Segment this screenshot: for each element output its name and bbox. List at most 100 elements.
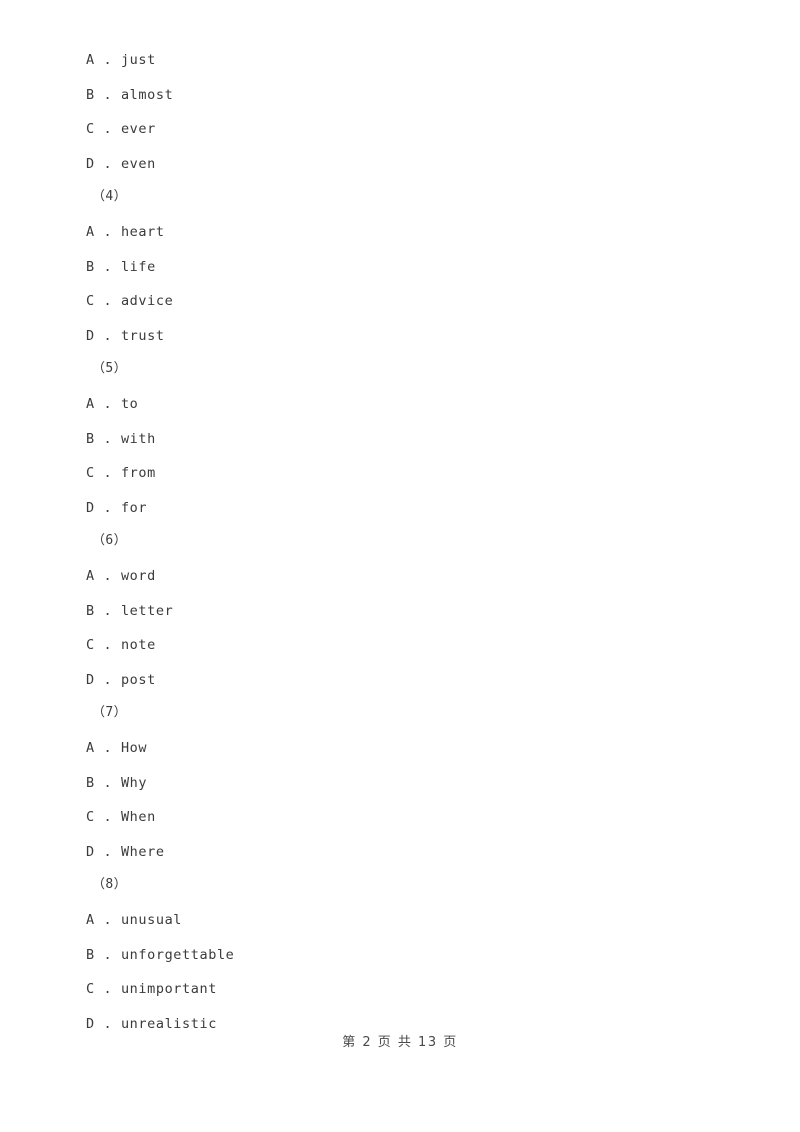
- option-text: word: [120, 568, 156, 584]
- option-separator: .: [103, 981, 113, 997]
- option-letter: D: [86, 156, 95, 172]
- option-text: for: [120, 500, 148, 516]
- option-separator: .: [103, 1016, 113, 1032]
- option-separator: .: [103, 844, 113, 860]
- option-letter: C: [86, 293, 95, 309]
- option-letter: B: [86, 947, 95, 963]
- option-letter: C: [86, 809, 95, 825]
- option-separator: .: [103, 603, 113, 619]
- option-text: Why: [120, 775, 148, 791]
- option-text: advice: [120, 293, 174, 309]
- answer-option[interactable]: B . almost: [86, 87, 173, 103]
- answer-option[interactable]: A . unusual: [86, 912, 182, 928]
- option-letter: D: [86, 500, 95, 516]
- answer-option[interactable]: C . When: [86, 809, 156, 825]
- option-separator: .: [103, 87, 113, 103]
- answer-option[interactable]: A . word: [86, 568, 156, 584]
- question-number: （7）: [92, 705, 128, 720]
- option-letter: A: [86, 912, 95, 928]
- option-separator: .: [103, 740, 113, 756]
- option-separator: .: [103, 568, 113, 584]
- option-separator: .: [103, 672, 113, 688]
- option-text: with: [120, 431, 156, 447]
- option-letter: D: [86, 672, 95, 688]
- answer-option[interactable]: D . even: [86, 156, 156, 172]
- option-letter: B: [86, 259, 95, 275]
- option-separator: .: [103, 121, 113, 137]
- option-letter: A: [86, 740, 95, 756]
- option-letter: B: [86, 775, 95, 791]
- option-letter: C: [86, 465, 95, 481]
- answer-option[interactable]: A . How: [86, 740, 147, 756]
- answer-option[interactable]: D . trust: [86, 328, 165, 344]
- option-text: How: [120, 740, 148, 756]
- option-separator: .: [103, 328, 113, 344]
- option-text: unimportant: [120, 981, 217, 997]
- option-letter: B: [86, 603, 95, 619]
- option-text: ever: [120, 121, 156, 137]
- option-text: unforgettable: [120, 947, 235, 963]
- option-letter: C: [86, 121, 95, 137]
- document-page: A . just B . almost C . ever D . even （4） A .…: [0, 0, 800, 1132]
- option-letter: A: [86, 52, 95, 68]
- option-letter: A: [86, 568, 95, 584]
- answer-option[interactable]: C . advice: [86, 293, 173, 309]
- answer-option[interactable]: C . from: [86, 465, 156, 481]
- option-letter: D: [86, 328, 95, 344]
- option-separator: .: [103, 500, 113, 516]
- answer-option[interactable]: B . life: [86, 259, 156, 275]
- option-letter: A: [86, 396, 95, 412]
- answer-option[interactable]: B . letter: [86, 603, 173, 619]
- option-separator: .: [103, 637, 113, 653]
- option-text: unrealistic: [120, 1016, 217, 1032]
- option-text: Where: [120, 844, 165, 860]
- option-text: heart: [120, 224, 165, 240]
- option-text: letter: [120, 603, 174, 619]
- option-text: trust: [120, 328, 165, 344]
- answer-option[interactable]: B . Why: [86, 775, 147, 791]
- question-number: （6）: [92, 533, 128, 548]
- option-letter: B: [86, 87, 95, 103]
- option-letter: D: [86, 1016, 95, 1032]
- option-text: even: [120, 156, 156, 172]
- answer-option[interactable]: C . ever: [86, 121, 156, 137]
- option-separator: .: [103, 156, 113, 172]
- option-separator: .: [103, 431, 113, 447]
- option-text: almost: [120, 87, 174, 103]
- answer-option[interactable]: A . to: [86, 396, 138, 412]
- option-letter: C: [86, 981, 95, 997]
- option-letter: C: [86, 637, 95, 653]
- option-text: life: [120, 259, 156, 275]
- answer-option[interactable]: C . unimportant: [86, 981, 217, 997]
- option-text: to: [120, 396, 139, 412]
- option-separator: .: [103, 465, 113, 481]
- option-separator: .: [103, 809, 113, 825]
- question-number: （5）: [92, 361, 128, 376]
- answer-option[interactable]: C . note: [86, 637, 156, 653]
- answer-option[interactable]: D . unrealistic: [86, 1016, 217, 1032]
- answer-option[interactable]: D . Where: [86, 844, 165, 860]
- answer-option[interactable]: B . with: [86, 431, 156, 447]
- option-separator: .: [103, 396, 113, 412]
- answer-option[interactable]: A . just: [86, 52, 156, 68]
- option-separator: .: [103, 912, 113, 928]
- option-separator: .: [103, 293, 113, 309]
- answer-option[interactable]: B . unforgettable: [86, 947, 234, 963]
- question-number: （4）: [92, 189, 128, 204]
- option-text: just: [120, 52, 156, 68]
- option-text: from: [120, 465, 156, 481]
- option-letter: D: [86, 844, 95, 860]
- option-text: unusual: [120, 912, 183, 928]
- question-number: （8）: [92, 877, 128, 892]
- answer-option[interactable]: A . heart: [86, 224, 165, 240]
- option-separator: .: [103, 259, 113, 275]
- option-separator: .: [103, 775, 113, 791]
- page-footer: 第 2 页 共 13 页: [342, 1035, 458, 1050]
- answer-option[interactable]: D . for: [86, 500, 147, 516]
- option-separator: .: [103, 947, 113, 963]
- answer-option[interactable]: D . post: [86, 672, 156, 688]
- option-text: post: [120, 672, 156, 688]
- option-letter: B: [86, 431, 95, 447]
- option-text: When: [120, 809, 156, 825]
- option-text: note: [120, 637, 156, 653]
